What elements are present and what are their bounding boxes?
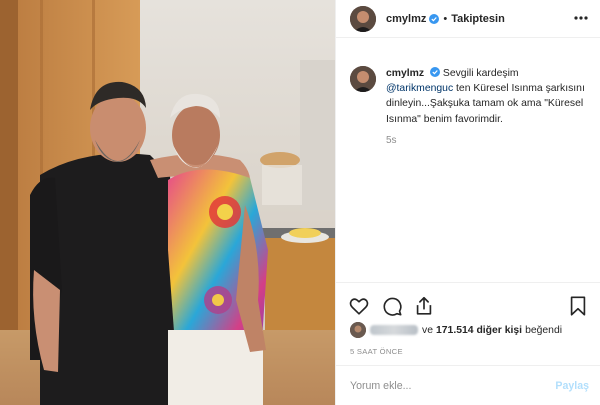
header-separator: • (443, 12, 448, 25)
avatar-image (350, 66, 376, 92)
more-options-icon[interactable] (573, 11, 589, 25)
comment-input[interactable] (350, 379, 556, 392)
likes-count-number: 171.514 (435, 324, 474, 336)
caption-time: 5s (386, 134, 397, 146)
caption-text-start: Sevgili kardeşim (442, 68, 519, 79)
likes-others-label: diğer kişi (476, 324, 523, 336)
post-sidebar: cmylmz • Takiptesin cmylmz Sevgili karde… (335, 0, 600, 405)
caption-mention-link[interactable]: @tarikmenguc (386, 83, 453, 94)
share-icon[interactable] (413, 295, 435, 317)
heart-icon[interactable] (348, 295, 370, 317)
comment-form: Paylaş (336, 365, 600, 405)
post-photo-image (0, 0, 335, 405)
likes-prefix: ve (422, 324, 433, 336)
author-avatar[interactable] (350, 5, 376, 32)
likes-summary[interactable]: ve 171.514 diğer kişi beğendi (350, 320, 562, 340)
caption-username[interactable]: cmylmz (386, 68, 424, 79)
liker-avatar (350, 322, 366, 338)
verified-badge-icon (430, 67, 441, 77)
caption-body: cmylmz Sevgili kardeşim @tarikmenguc ten… (386, 66, 586, 148)
post-timestamp[interactable]: 5 SAAT ÖNCE (350, 347, 403, 356)
likes-count[interactable]: 171.514 diğer kişi (436, 325, 522, 336)
likes-suffix: beğendi (525, 324, 563, 336)
post-caption: cmylmz Sevgili kardeşim @tarikmenguc ten… (350, 66, 592, 148)
verified-badge-icon (429, 13, 440, 24)
caption-avatar[interactable] (350, 66, 376, 92)
liker-name-blurred (370, 325, 418, 335)
post-header: cmylmz • Takiptesin (336, 0, 600, 38)
avatar-image (350, 5, 376, 32)
following-button[interactable]: Takiptesin (451, 13, 505, 25)
post-comment-button[interactable]: Paylaş (555, 380, 589, 392)
comment-icon[interactable] (381, 295, 403, 317)
author-username[interactable]: cmylmz (386, 13, 426, 25)
post-photo[interactable] (0, 0, 335, 405)
bookmark-icon[interactable] (567, 295, 589, 317)
